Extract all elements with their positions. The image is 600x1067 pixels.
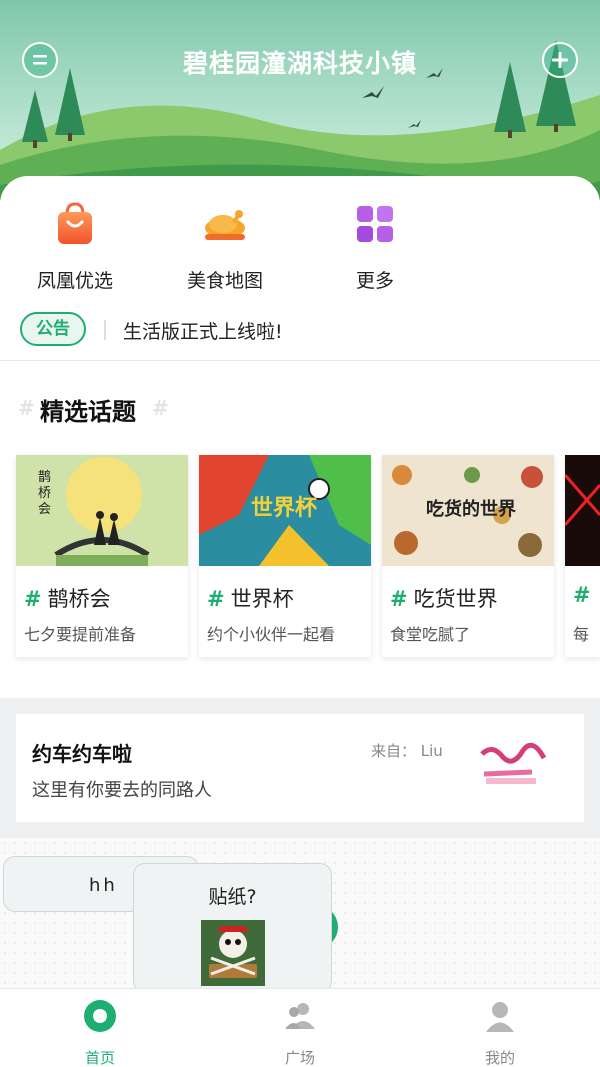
notice-badge: 公告 <box>20 312 86 346</box>
tab-label: 我的 <box>484 1049 515 1067</box>
tab-label: 首页 <box>84 1049 115 1067</box>
topic-card-foodie-world[interactable]: 吃货的世界 # 吃货世界 食堂吃腻了 <box>382 455 554 657</box>
page-title: 碧桂园潼湖科技小镇 <box>182 49 417 78</box>
notice-bar[interactable]: 公告 生活版正式上线啦! <box>20 312 580 346</box>
shortcut-more[interactable]: 更多 <box>315 200 435 293</box>
topic-desc: 七夕要提前准备 <box>24 625 137 644</box>
tab-label: 广场 <box>284 1049 315 1067</box>
svg-text:桥: 桥 <box>38 486 51 501</box>
topic-name: # 鹊桥会 <box>24 587 111 611</box>
hills-illustration <box>0 40 600 200</box>
svg-text:会: 会 <box>38 502 51 517</box>
topic-desc: 约个小伙伴一起看 <box>207 625 336 644</box>
topic-name: # <box>573 583 591 607</box>
roast-chicken-icon <box>205 210 245 240</box>
hash-decoration-icon: # <box>152 396 169 420</box>
users-icon <box>285 1003 315 1029</box>
topic-desc: 每 <box>573 625 590 644</box>
notice-text: 生活版正式上线啦! <box>123 321 283 343</box>
tab-home[interactable]: 首页 <box>50 999 150 1067</box>
ride-title: 约车约车啦 <box>32 742 132 766</box>
shortcut-card: 凤凰优选 美食地图 更多 公告 生活版正式上线啦! <box>0 176 600 361</box>
shortcut-label: 美食地图 <box>186 270 263 292</box>
ride-logo-image <box>474 742 550 788</box>
tab-square[interactable]: 广场 <box>250 999 350 1067</box>
ride-subtitle: 这里有你要去的同路人 <box>32 780 212 801</box>
pirate-sticker-image <box>201 920 265 986</box>
add-button[interactable] <box>542 42 578 78</box>
header-banner: 碧桂园潼湖科技小镇 <box>0 0 600 200</box>
ride-author: 来自： Liu <box>371 742 443 760</box>
shopping-bag-icon <box>58 202 92 244</box>
topic-card-magpie-bridge[interactable]: 鹊 桥 会 # 鹊桥会 七夕要提前准备 <box>16 455 188 657</box>
topic-name: # 吃货世界 <box>390 587 498 611</box>
shortcut-label: 凤凰优选 <box>36 270 113 292</box>
divider <box>0 360 600 361</box>
notice-divider <box>104 320 106 340</box>
ride-share-card[interactable]: 约车约车啦 这里有你要去的同路人 来自： Liu <box>16 714 584 822</box>
topic-card-world-cup[interactable]: 世界杯 # 世界杯 约个小伙伴一起看 <box>199 455 371 657</box>
bubble-text: 贴纸? <box>208 886 257 908</box>
svg-text:吃货的世界: 吃货的世界 <box>426 498 516 520</box>
topic-image <box>565 455 600 566</box>
topic-image: 吃货的世界 <box>382 455 554 566</box>
svg-text:鹊: 鹊 <box>38 470 51 485</box>
grid-icon <box>357 206 393 242</box>
topic-name: # 世界杯 <box>207 587 294 611</box>
plus-icon <box>552 52 568 68</box>
tab-profile[interactable]: 我的 <box>450 999 550 1067</box>
section-title: 精选话题 <box>40 398 136 426</box>
shortcut-label: 更多 <box>355 270 394 292</box>
topic-image: 世界杯 <box>199 455 371 566</box>
topic-image: 鹊 桥 会 <box>16 455 188 566</box>
user-icon <box>486 1002 514 1032</box>
shortcut-food-map[interactable]: 美食地图 <box>165 200 285 293</box>
svg-text:世界杯: 世界杯 <box>251 496 317 521</box>
topic-desc: 食堂吃腻了 <box>390 625 471 644</box>
topic-card-partial[interactable]: # 每 <box>565 455 600 657</box>
shortcut-phoenix-select[interactable]: 凤凰优选 <box>15 200 135 293</box>
bubble-sticker[interactable]: 贴纸? <box>133 863 332 993</box>
home-icon <box>84 1000 116 1032</box>
hash-decoration-icon: # <box>18 396 35 420</box>
bottom-tab-bar: 首页 广场 我的 <box>0 988 600 1067</box>
